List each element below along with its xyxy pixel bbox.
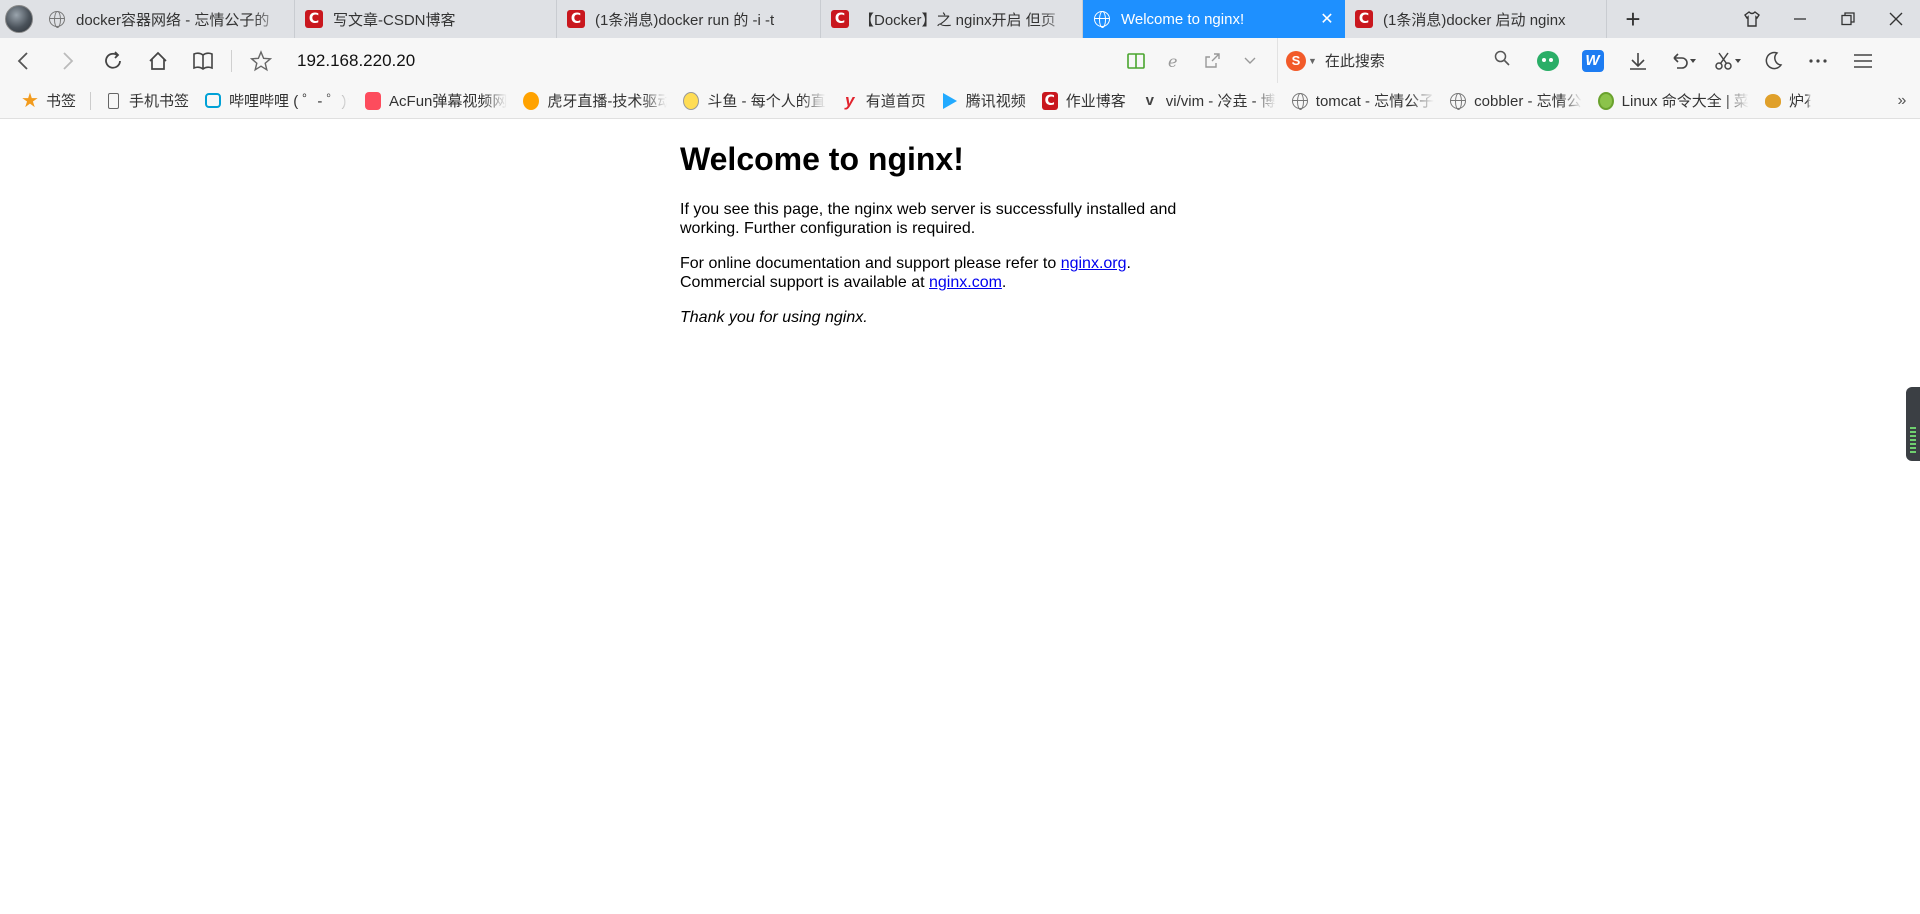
csdn-icon: C	[1355, 10, 1373, 28]
home-button[interactable]	[135, 38, 180, 83]
wps-icon[interactable]: W	[1570, 38, 1615, 83]
bookmark-bar: ★ 书签 手机书签 哔哩哔哩 ( ゜- ゜)つ AcFun弹幕视频网 虎牙直播-…	[0, 83, 1920, 119]
tab-title: 写文章-CSDN博客	[333, 11, 456, 29]
minimize-button[interactable]	[1776, 0, 1824, 38]
tab-docker-start-nginx[interactable]: C (1条消息)docker 启动 nginx	[1345, 0, 1607, 38]
bookmark-vim[interactable]: v vi/vim - 冷垚 - 博	[1134, 83, 1284, 119]
tab-csdn-write[interactable]: C 写文章-CSDN博客	[295, 0, 557, 38]
search-icon[interactable]	[1487, 50, 1517, 71]
globe-icon	[1291, 92, 1308, 110]
tab-bar: docker容器网络 - 忘情公子的 C 写文章-CSDN博客 C (1条消息)…	[0, 0, 1920, 38]
bookmark-youdao[interactable]: y 有道首页	[834, 83, 934, 119]
address-bar-input[interactable]: 192.168.220.20	[297, 51, 1117, 71]
close-window-button[interactable]	[1872, 0, 1920, 38]
reader-icon[interactable]	[180, 38, 225, 83]
bilibili-icon	[205, 93, 222, 109]
page-title: Welcome to nginx!	[680, 141, 964, 177]
restore-button[interactable]	[1824, 0, 1872, 38]
phone-icon	[105, 92, 121, 109]
bookmark-tencent-video[interactable]: 腾讯视频	[934, 83, 1034, 119]
tab-docker-run[interactable]: C (1条消息)docker run 的 -i -t	[557, 0, 821, 38]
signal-bars-icon	[1910, 427, 1916, 453]
csdn-icon: C	[305, 10, 323, 28]
youdao-icon: y	[845, 90, 855, 110]
screenshot-scissors-icon[interactable]	[1705, 38, 1750, 83]
bookmark-tomcat[interactable]: tomcat - 忘情公子	[1284, 83, 1442, 119]
bookmark-cobbler[interactable]: cobbler - 忘情公	[1442, 83, 1590, 119]
csdn-icon: C	[831, 10, 849, 28]
vim-icon: v	[1145, 92, 1154, 109]
user-avatar[interactable]	[0, 0, 38, 38]
avatar-image	[5, 5, 33, 33]
globe-icon	[48, 10, 66, 28]
page-content: Welcome to nginx! If you see this page, …	[680, 140, 1200, 343]
reading-mode-icon[interactable]	[1117, 38, 1155, 83]
close-icon[interactable]: ✕	[1319, 11, 1335, 28]
bird-icon	[1764, 93, 1781, 109]
bookmark-douyu[interactable]: 斗鱼 - 每个人的直	[675, 83, 833, 119]
tab-title: Welcome to nginx!	[1121, 10, 1245, 28]
bookmark-bilibili[interactable]: 哔哩哔哩 ( ゜- ゜)つ	[197, 83, 357, 119]
nginx-com-link[interactable]: nginx.com	[929, 274, 1002, 291]
new-tab-button[interactable]: +	[1607, 0, 1659, 38]
douyu-icon	[683, 91, 700, 110]
tab-title: 【Docker】之 nginx开启 但页	[859, 11, 1056, 29]
linux-icon	[1597, 91, 1614, 110]
search-box[interactable]: S ▼ 在此搜索	[1277, 38, 1517, 83]
sogou-icon[interactable]: S	[1286, 50, 1306, 71]
nginx-org-link[interactable]: nginx.org	[1061, 255, 1127, 272]
support-paragraph: For online documentation and support ple…	[680, 255, 1131, 291]
tencent-video-icon	[942, 92, 958, 109]
bookmark-mobile[interactable]: 手机书签	[97, 83, 197, 119]
bookmark-folder[interactable]: ★ 书签	[14, 83, 84, 119]
csdn-icon: C	[1041, 91, 1058, 110]
star-icon: ★	[21, 90, 39, 112]
globe-icon	[1450, 92, 1467, 110]
undo-close-tab-icon[interactable]	[1660, 38, 1705, 83]
csdn-icon: C	[567, 10, 585, 28]
tab-docker-nginx[interactable]: C 【Docker】之 nginx开启 但页	[821, 0, 1083, 38]
menu-icon[interactable]	[1840, 38, 1885, 83]
huya-icon	[523, 91, 540, 110]
ie-compat-icon[interactable]: e	[1155, 38, 1193, 83]
side-panel-handle[interactable]	[1906, 387, 1920, 461]
skin-icon[interactable]	[1728, 0, 1776, 38]
night-mode-icon[interactable]	[1750, 38, 1795, 83]
navigation-bar: 192.168.220.20 e S ▼ 在此搜索 W	[0, 38, 1920, 83]
tab-title: (1条消息)docker run 的 -i -t	[595, 11, 775, 29]
acfun-icon	[365, 91, 382, 110]
intro-paragraph: If you see this page, the nginx web serv…	[680, 201, 1177, 237]
reload-button[interactable]	[90, 38, 135, 83]
search-input[interactable]: 在此搜索	[1325, 50, 1487, 71]
tab-welcome-nginx[interactable]: Welcome to nginx! ✕	[1083, 0, 1345, 38]
tab-title: (1条消息)docker 启动 nginx	[1383, 11, 1566, 29]
tab-docker-network[interactable]: docker容器网络 - 忘情公子的	[38, 0, 295, 38]
bookmark-star-icon[interactable]	[238, 38, 283, 83]
bookmark-hearthstone[interactable]: 炉石	[1757, 83, 1819, 119]
tab-title: docker容器网络 - 忘情公子的	[76, 11, 270, 29]
back-button[interactable]	[0, 38, 45, 83]
bookmark-overflow-chevron-icon[interactable]: »	[1884, 92, 1920, 110]
globe-icon	[1093, 10, 1111, 28]
share-icon[interactable]	[1193, 38, 1231, 83]
chevron-down-icon[interactable]	[1231, 38, 1269, 83]
bookmark-linux-commands[interactable]: Linux 命令大全 | 菜	[1590, 83, 1757, 119]
download-icon[interactable]	[1615, 38, 1660, 83]
bookmark-huya[interactable]: 虎牙直播-技术驱动	[515, 83, 675, 119]
bookmark-acfun[interactable]: AcFun弹幕视频网	[357, 83, 515, 119]
thanks-paragraph: Thank you for using nginx.	[680, 309, 868, 326]
wechat-icon[interactable]	[1525, 38, 1570, 83]
caret-down-icon[interactable]: ▼	[1308, 56, 1317, 66]
svg-text:e: e	[1168, 52, 1177, 70]
more-options-icon[interactable]	[1795, 38, 1840, 83]
bookmark-homework-blog[interactable]: C 作业博客	[1034, 83, 1134, 119]
forward-button[interactable]	[45, 38, 90, 83]
